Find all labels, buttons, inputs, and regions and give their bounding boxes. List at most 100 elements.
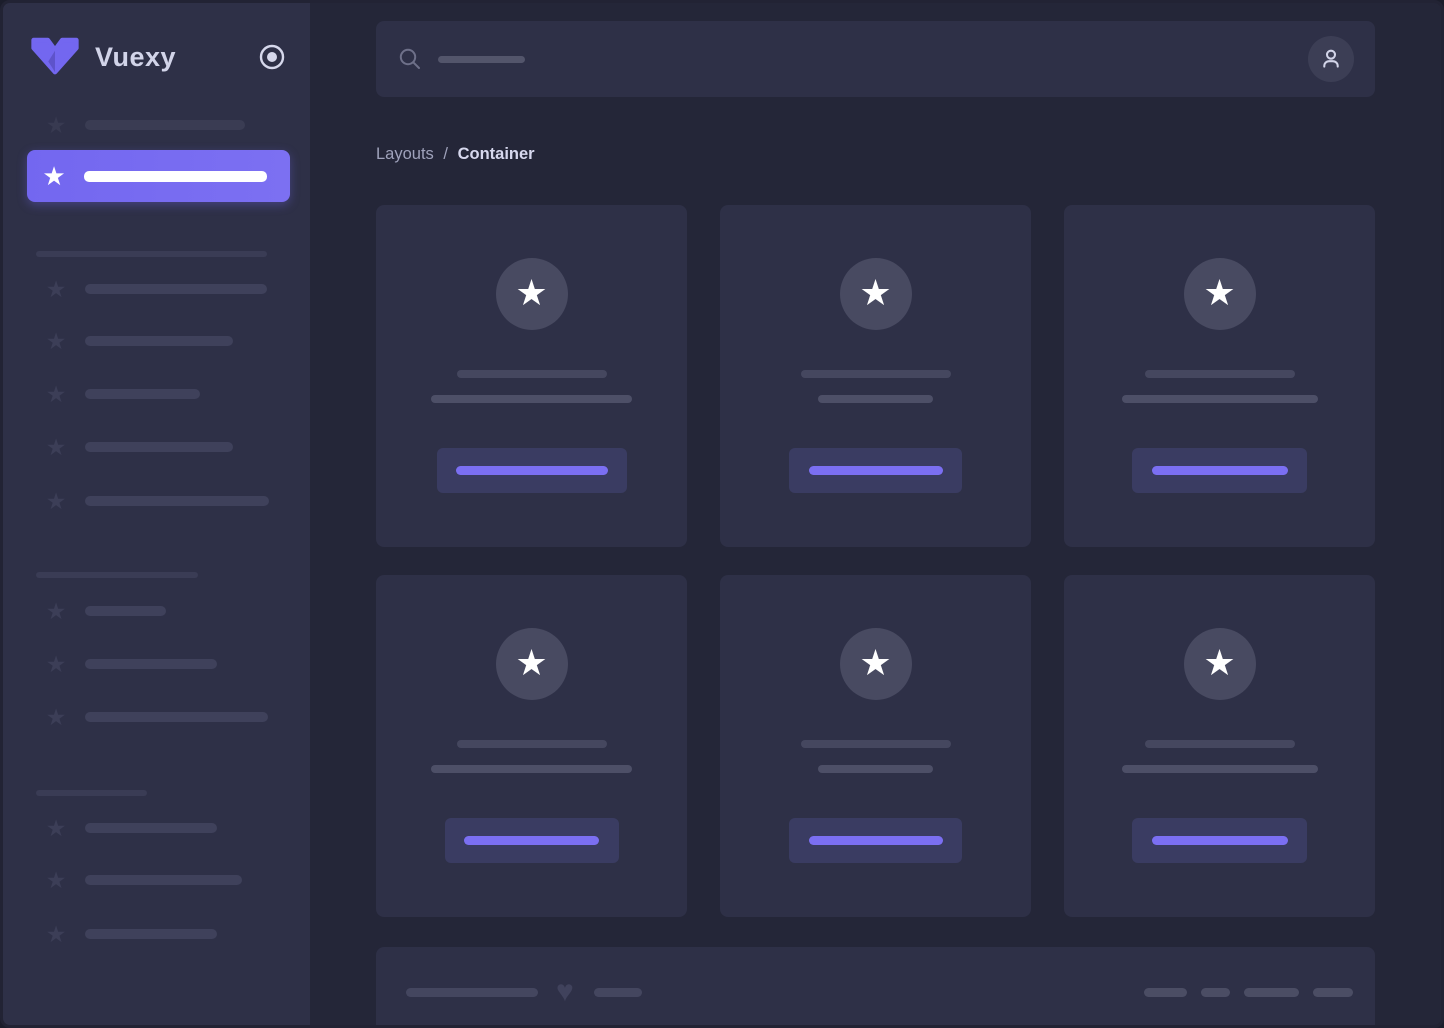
nav-toggle-icon[interactable]	[258, 43, 286, 71]
star-icon: ★	[45, 704, 67, 730]
card-action-button[interactable]	[789, 448, 962, 493]
menu-section-skeleton	[36, 790, 147, 796]
skeleton-bar	[85, 389, 200, 399]
brand: Vuexy	[3, 3, 310, 79]
skeleton-link	[1313, 987, 1353, 997]
star-icon: ★	[42, 161, 66, 191]
sidebar-item[interactable]: ★	[3, 705, 310, 729]
card-action-button[interactable]	[1132, 818, 1307, 863]
skeleton-subtitle	[431, 395, 632, 403]
star-icon: ★	[859, 272, 892, 313]
breadcrumb-separator: /	[443, 145, 448, 163]
star-circle: ★	[1183, 628, 1256, 700]
star-icon: ★	[45, 276, 67, 302]
button-label-skeleton	[808, 466, 943, 475]
button-label-skeleton	[455, 466, 608, 475]
search-input[interactable]	[398, 21, 1308, 97]
skeleton-bar	[85, 606, 166, 616]
footer-links	[1144, 987, 1353, 997]
skeleton-title	[1144, 740, 1295, 748]
menu-section-skeleton	[36, 251, 267, 257]
skeleton-title	[456, 370, 607, 378]
feature-card: ★	[720, 575, 1031, 917]
skeleton-subtitle	[818, 395, 933, 403]
sidebar-menu: ★ ★ ★ ★ ★ ★ ★ ★ ★ ★ ★ ★ ★	[3, 113, 310, 946]
star-icon: ★	[45, 598, 67, 624]
sidebar-item[interactable]: ★	[3, 652, 310, 676]
sidebar-item[interactable]: ★	[3, 113, 310, 137]
skeleton-title	[1144, 370, 1295, 378]
star-icon: ★	[45, 488, 67, 514]
sidebar-item[interactable]: ★	[3, 382, 310, 406]
button-label-skeleton	[464, 836, 599, 845]
star-circle: ★	[495, 628, 568, 700]
skeleton-link	[1201, 987, 1230, 997]
breadcrumb: Layouts / Container	[376, 144, 1375, 165]
star-icon: ★	[45, 651, 67, 677]
sidebar-item[interactable]: ★	[3, 489, 310, 513]
card-action-button[interactable]	[436, 448, 627, 493]
skeleton-title	[800, 370, 951, 378]
sidebar-item-active[interactable]: ★	[27, 150, 290, 202]
star-icon: ★	[45, 921, 67, 947]
menu-section-skeleton	[36, 572, 198, 578]
sidebar-item[interactable]: ★	[3, 599, 310, 623]
star-icon: ★	[45, 434, 67, 460]
skeleton-bar	[84, 170, 267, 182]
card-action-button[interactable]	[789, 818, 962, 863]
skeleton-bar	[85, 284, 267, 294]
star-circle: ★	[495, 258, 568, 330]
star-icon: ★	[45, 328, 67, 354]
feature-card: ★	[720, 205, 1031, 547]
skeleton-bar	[85, 823, 217, 833]
star-icon: ★	[1203, 642, 1236, 683]
app-window: Vuexy ★ ★ ★ ★ ★ ★ ★ ★ ★ ★ ★ ★ ★ Layouts …	[0, 0, 1444, 1028]
sidebar-item[interactable]: ★	[3, 922, 310, 946]
button-label-skeleton	[1151, 466, 1288, 475]
skeleton-bar	[85, 120, 245, 130]
star-icon: ★	[1203, 272, 1236, 313]
card-action-button[interactable]	[444, 818, 619, 863]
main-content: Layouts / Container ★ ★ ★ ★ ★ ★ ♥	[310, 3, 1441, 1025]
app-bar	[376, 21, 1375, 97]
skeleton-subtitle	[818, 765, 933, 773]
skeleton-title	[800, 740, 951, 748]
footer-card: ♥	[376, 947, 1375, 1025]
skeleton-bar	[85, 659, 217, 669]
skeleton-subtitle	[431, 765, 632, 773]
star-circle: ★	[839, 628, 912, 700]
skeleton-link	[1244, 987, 1299, 997]
user-avatar-button[interactable]	[1308, 36, 1354, 82]
star-icon: ★	[45, 381, 67, 407]
feature-card: ★	[1064, 575, 1375, 917]
star-icon: ★	[515, 272, 548, 313]
skeleton-bar	[85, 336, 233, 346]
card-action-button[interactable]	[1132, 448, 1307, 493]
skeleton-subtitle	[1121, 395, 1318, 403]
skeleton-bar	[406, 987, 538, 997]
search-icon	[399, 48, 420, 69]
skeleton-bar	[85, 875, 242, 885]
sidebar-item[interactable]: ★	[3, 277, 310, 301]
sidebar-item[interactable]: ★	[3, 329, 310, 353]
button-label-skeleton	[808, 836, 943, 845]
sidebar: Vuexy ★ ★ ★ ★ ★ ★ ★ ★ ★ ★ ★ ★ ★	[3, 3, 310, 1025]
star-icon: ★	[45, 815, 67, 841]
star-icon: ★	[45, 867, 67, 893]
sidebar-item[interactable]: ★	[3, 816, 310, 840]
breadcrumb-current-page: Container	[457, 145, 535, 163]
vuexy-logo-icon	[31, 37, 79, 75]
search-placeholder-skeleton	[438, 55, 525, 63]
feature-card: ★	[1064, 205, 1375, 547]
breadcrumb-section[interactable]: Layouts	[376, 145, 434, 163]
star-circle: ★	[1183, 258, 1256, 330]
star-icon: ★	[515, 642, 548, 683]
button-label-skeleton	[1151, 836, 1288, 845]
heart-icon[interactable]: ♥	[556, 977, 574, 1007]
skeleton-bar	[85, 929, 217, 939]
star-icon: ★	[859, 642, 892, 683]
skeleton-bar	[593, 987, 642, 997]
sidebar-item[interactable]: ★	[3, 435, 310, 459]
sidebar-item[interactable]: ★	[3, 868, 310, 892]
skeleton-subtitle	[1121, 765, 1318, 773]
